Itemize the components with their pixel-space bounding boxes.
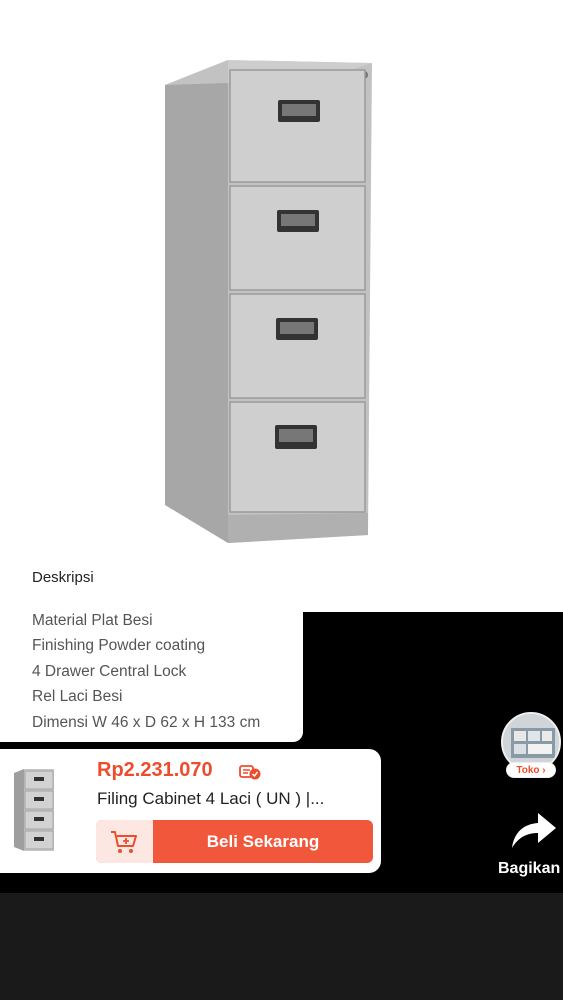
description-line: 4 Drawer Central Lock xyxy=(32,663,187,680)
share-label: Bagikan xyxy=(498,860,561,877)
product-card[interactable]: Rp2.231.070 Filing Cabinet 4 Laci ( UN )… xyxy=(0,749,381,873)
description-line: Rel Laci Besi xyxy=(32,688,123,705)
add-to-cart-button[interactable] xyxy=(96,820,153,863)
share-button[interactable]: Bagikan xyxy=(498,808,563,884)
buy-now-label: Beli Sekarang xyxy=(206,832,320,851)
description-line: Dimensi W 46 x D 62 x H 133 cm xyxy=(32,714,261,731)
coins-cashback-icon xyxy=(239,765,261,780)
product-thumbnail xyxy=(14,769,54,851)
shop-avatar-button[interactable]: Toko › xyxy=(501,712,561,778)
buy-now-button[interactable]: Beli Sekarang xyxy=(96,820,373,863)
description-line: Material Plat Besi xyxy=(32,612,153,629)
product-price: Rp2.231.070 xyxy=(97,759,213,781)
bottom-bar xyxy=(0,893,563,1000)
share-arrow-icon xyxy=(512,813,556,848)
description-title: Deskripsi xyxy=(32,569,94,586)
description-card: Material Plat Besi Finishing Powder coat… xyxy=(0,612,303,742)
product-title[interactable]: Filing Cabinet 4 Laci ( UN ) |... xyxy=(97,789,324,809)
description-line: Finishing Powder coating xyxy=(32,637,206,654)
shop-badge[interactable]: Toko › xyxy=(506,762,556,778)
cart-plus-icon xyxy=(111,831,137,853)
filing-cabinet-image[interactable] xyxy=(150,55,380,545)
